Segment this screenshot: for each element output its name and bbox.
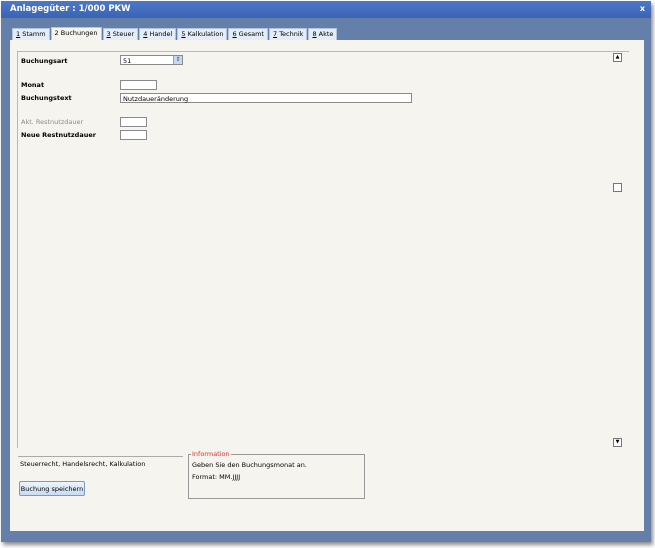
information-box: Information Geben Sie den Buchungsmonat …: [188, 450, 365, 499]
tab-panel: Buchungsart 51 ⇕ Monat Buchungstext Nutz…: [10, 40, 644, 531]
tab-label-part: Akte: [318, 30, 334, 38]
tab-steuer[interactable]: 3 Steuer: [102, 28, 139, 40]
monat-label: Monat: [21, 81, 45, 89]
tab-label-part: Kalkulation: [187, 30, 224, 38]
buchungstext-label: Buchungstext: [21, 94, 72, 102]
akt-restnutzdauer-label: Akt. Restnutzdauer: [21, 118, 84, 126]
buchungsart-label: Buchungsart: [21, 57, 68, 65]
info-line-2: Format: MM.JJJJ: [192, 473, 241, 481]
akt-restnutzdauer-input: [120, 117, 147, 127]
tab-label-part: 4: [143, 30, 148, 38]
window: Anlagegüter : 1/000 PKW x 1 Stamm 2 Buch…: [1, 1, 651, 542]
tab-label-part: 5: [181, 30, 186, 38]
tab-stamm[interactable]: 1 Stamm: [12, 28, 50, 40]
scrollbar-thumb[interactable]: [613, 183, 622, 192]
monat-input[interactable]: [120, 80, 157, 90]
tab-buchungen[interactable]: 2 Buchungen: [50, 27, 102, 40]
tab-bar: 1 Stamm 2 Buchungen 3 Steuer 4 Handel 5 …: [12, 27, 338, 40]
scope-text: Steuerrecht, Handelsrecht, Kalkulation: [18, 456, 183, 471]
save-booking-button[interactable]: Buchung speichern: [19, 481, 85, 496]
tab-label-part: Gesamt: [238, 30, 264, 38]
tab-label-part: 1: [16, 30, 21, 38]
info-line-1: Geben Sie den Buchungsmonat an.: [192, 461, 307, 469]
tab-label-part: Buchungen: [60, 29, 98, 37]
title-bar: Anlagegüter : 1/000 PKW x: [1, 1, 651, 18]
window-title: Anlagegüter : 1/000 PKW: [10, 4, 131, 14]
scroll-up-icon[interactable]: ▲: [613, 53, 622, 62]
tab-label-part: 2: [54, 29, 59, 37]
tab-gesamt[interactable]: 6 Gesamt: [228, 28, 268, 40]
tab-akte[interactable]: 8 Akte: [308, 28, 338, 40]
tab-label-part: Technik: [279, 30, 304, 38]
neue-restnutzdauer-input[interactable]: [120, 130, 147, 140]
tab-label-part: 8: [312, 30, 317, 38]
tab-label-part: 7: [272, 30, 278, 38]
tab-label-part: Steuer: [112, 30, 135, 38]
scroll-down-icon[interactable]: ▼: [613, 438, 622, 447]
tab-kalkulation[interactable]: 5 Kalkulation: [177, 28, 228, 40]
tab-label-part: 6: [232, 30, 237, 38]
tab-label-part: Stamm: [22, 30, 46, 38]
close-icon[interactable]: x: [640, 4, 645, 13]
tab-label-part: 3: [106, 30, 111, 38]
buchungstext-input[interactable]: Nutzdaueränderung: [120, 93, 412, 103]
buchungsart-select[interactable]: 51 ⇕: [120, 55, 183, 65]
tab-handel[interactable]: 4 Handel: [139, 28, 177, 40]
spinner-icon[interactable]: ⇕: [173, 56, 182, 64]
form-scroll-area: Buchungsart 51 ⇕ Monat Buchungstext Nutz…: [17, 51, 629, 448]
tab-label-part: Handel: [149, 30, 173, 38]
neue-restnutzdauer-label: Neue Restnutzdauer: [21, 131, 96, 139]
tab-technik[interactable]: 7 Technik: [268, 28, 308, 40]
information-title: Information: [191, 450, 231, 458]
